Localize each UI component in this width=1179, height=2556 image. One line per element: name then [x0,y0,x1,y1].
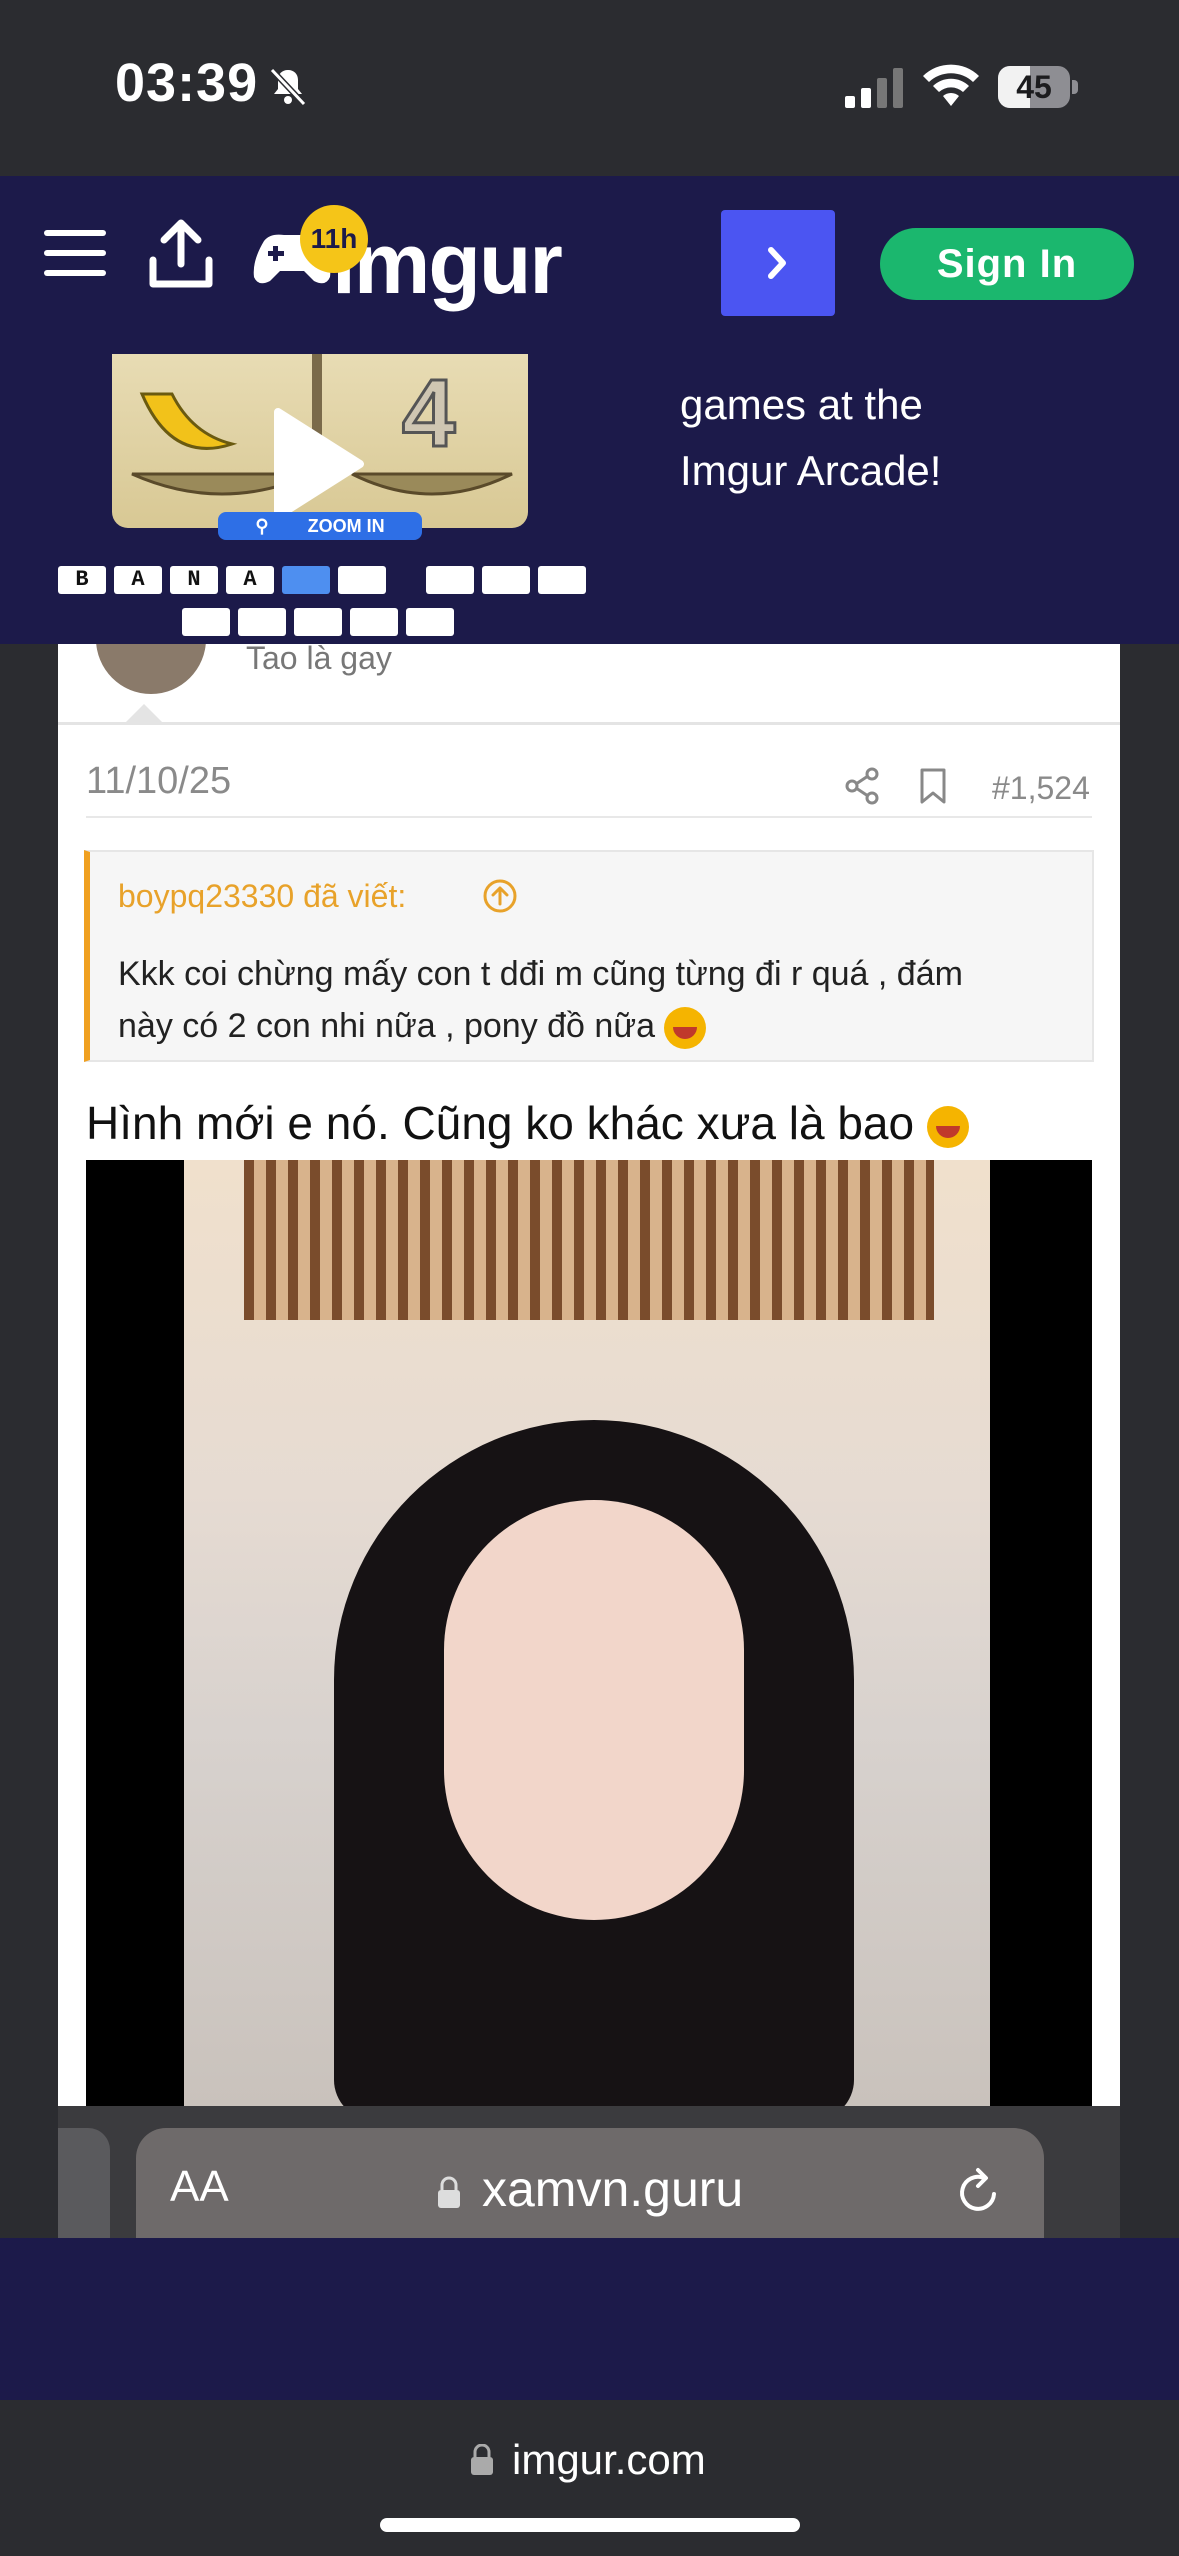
chevron-right-icon [768,247,786,279]
lock-icon [471,2444,493,2475]
menu-icon[interactable] [44,230,106,276]
letter-tile: A [226,566,274,594]
ad-text[interactable]: games at the Imgur Arcade! [680,372,1140,504]
letter-tile [182,608,230,636]
photo [184,1160,990,2106]
share-icon[interactable] [844,766,880,806]
arrow-up-circle-icon[interactable] [482,878,518,914]
letter-tile [294,608,342,636]
sign-in-button[interactable]: Sign In [880,228,1134,300]
quote-block: boypq23330 đã viết: Kkk coi chừng mấy co… [84,850,1094,1062]
battery-percent: 45 [1016,69,1052,105]
laughing-emoji-icon [664,1007,707,1050]
logo-badge: 11h [300,205,368,273]
page-footer-area [0,2238,1179,2400]
letter-tile: N [170,566,218,594]
portrait [444,1500,744,1920]
next-button[interactable] [721,210,835,316]
bell-muted-icon [269,67,307,107]
zoom-in-button[interactable]: ⚲ ZOOM IN [218,512,422,540]
post-date[interactable]: 11/10/25 [86,760,231,803]
url-text[interactable]: imgur.com [512,2436,706,2484]
letter-tile [538,566,586,594]
cellular-signal-icon [845,68,903,108]
status-time: 03:39 [115,53,259,113]
letter-tile [238,608,286,636]
status-bar: 03:39 45 [0,0,1179,176]
avatar[interactable] [96,644,206,694]
letter-tile [350,608,398,636]
ceiling-railing [244,1160,934,1320]
letter-tile [426,566,474,594]
imgur-logo[interactable]: imgur 11h [250,205,580,315]
magnifier-icon: ⚲ [255,516,269,536]
letter-tile [338,566,386,594]
scale-number: 4 [402,360,455,467]
divider [86,816,1092,818]
laughing-emoji-icon [926,1105,969,1148]
letter-tile: B [58,566,106,594]
reload-icon[interactable] [954,2164,1004,2218]
word-tiles-row-1: B A N A [58,566,586,594]
quote-author[interactable]: boypq23330 đã viết: [118,878,406,915]
post-number[interactable]: #1,524 [992,770,1090,807]
letter-tile [482,566,530,594]
reader-aa-button[interactable]: AA [170,2162,229,2212]
letter-tile-active [282,566,330,594]
play-icon[interactable] [270,404,366,524]
quote-text: Kkk coi chừng mấy con t dđi m cũng từng … [118,948,1068,1052]
post-message: Hình mới e nó. Cũng ko khác xưa là bao [86,1096,969,1150]
battery-indicator: 45 [998,66,1078,108]
inner-url-text[interactable]: xamvn.guru [482,2160,743,2218]
post-image[interactable] [86,1160,1092,2106]
letter-tile [406,608,454,636]
bookmark-icon[interactable] [918,766,948,806]
divider [58,722,1120,725]
letter-tile: A [114,566,162,594]
home-indicator[interactable] [380,2518,800,2532]
user-subtitle: Tao là gay [246,644,392,676]
lock-icon [438,2176,460,2208]
upload-icon[interactable] [148,218,214,290]
wifi-icon [923,64,979,106]
post-card: Tao là gay 11/10/25 #1,524 boypq23330 đã… [58,644,1120,2106]
word-tiles-row-2 [182,608,454,636]
